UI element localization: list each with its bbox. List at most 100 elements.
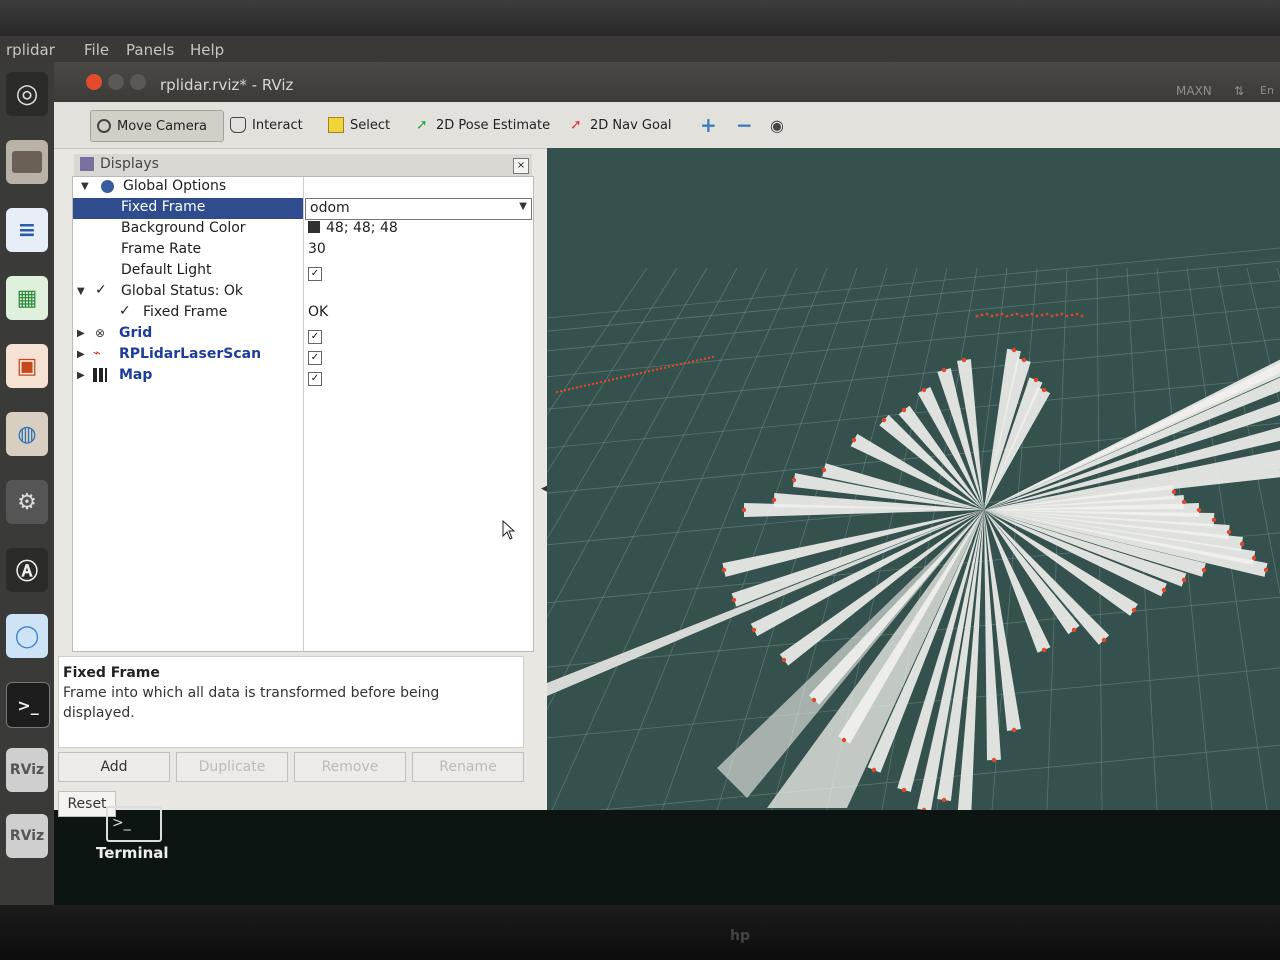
rviz-icon-second[interactable]: RViz xyxy=(6,814,48,858)
row-background-color[interactable]: Background Color 48; 48; 48 xyxy=(73,219,533,240)
status-fixed-frame-label: Fixed Frame xyxy=(143,304,228,320)
global-status-label: Global Status: Ok xyxy=(121,283,244,299)
row-frame-rate[interactable]: Frame Rate 30 xyxy=(73,240,533,261)
duplicate-button[interactable]: Duplicate xyxy=(176,752,288,782)
minimize-window-icon[interactable] xyxy=(108,74,124,90)
laserscan-icon: ⌁ xyxy=(93,346,101,361)
tray-mode[interactable]: MAXN xyxy=(1176,84,1212,98)
global-options-label: Global Options xyxy=(123,178,227,194)
ubuntu-icon[interactable]: ◎ xyxy=(6,72,48,116)
terminal-icon[interactable]: >_ xyxy=(6,682,50,728)
row-global-status[interactable]: ▼ ✓ Global Status: Ok xyxy=(73,282,533,303)
frame-rate-value[interactable]: 30 xyxy=(308,241,326,257)
checkbox-mark: ✓ xyxy=(308,351,322,365)
3d-view[interactable] xyxy=(547,148,1280,810)
checkmark-icon: ✓ xyxy=(95,282,107,298)
rename-button[interactable]: Rename xyxy=(412,752,524,782)
grid-checkbox[interactable]: ✓ xyxy=(308,327,322,344)
settings-icon[interactable]: ⚙ xyxy=(6,480,48,524)
row-default-light[interactable]: Default Light ✓ xyxy=(73,261,533,282)
tray-lang[interactable]: En xyxy=(1260,84,1274,97)
software-icon[interactable]: ◍ xyxy=(6,412,48,456)
remove-tool-button[interactable]: − xyxy=(730,110,759,140)
background-color-label: Background Color xyxy=(121,220,246,236)
updater-icon[interactable]: Ⓐ xyxy=(6,548,48,592)
background-color-text: 48; 48; 48 xyxy=(326,220,398,236)
maximize-window-icon[interactable] xyxy=(130,74,146,90)
pose-estimate-tool[interactable]: ➚ 2D Pose Estimate xyxy=(410,110,556,140)
app-name: rplidar xyxy=(6,41,55,59)
green-arrow-icon: ➚ xyxy=(416,117,428,133)
rplidar-laserscan-checkbox[interactable]: ✓ xyxy=(308,348,322,365)
menu-help[interactable]: Help xyxy=(190,41,224,59)
hand-icon xyxy=(230,117,246,133)
move-camera-label: Move Camera xyxy=(117,118,208,134)
color-swatch xyxy=(308,221,320,233)
calc-icon[interactable]: ▦ xyxy=(6,276,48,320)
hp-logo-icon: hp xyxy=(730,928,750,944)
window-title: rplidar.rviz* - RViz xyxy=(160,76,294,94)
network-icon[interactable]: ⇅ xyxy=(1234,84,1244,98)
description-body: Frame into which all data is transformed… xyxy=(63,685,440,721)
desktop-terminal-label: Terminal xyxy=(96,844,169,862)
expand-down-icon[interactable]: ▼ xyxy=(81,181,89,192)
checkmark-icon: ✓ xyxy=(119,303,131,319)
rviz-icon[interactable]: RViz xyxy=(6,748,48,792)
expand-right-icon[interactable]: ▶ xyxy=(77,328,85,339)
row-status-fixed-frame[interactable]: ✓ Fixed Frame OK xyxy=(73,303,533,324)
fixed-frame-combo[interactable]: odom ▼ xyxy=(305,198,532,220)
select-icon xyxy=(328,117,344,133)
files-icon[interactable] xyxy=(6,140,48,184)
nav-goal-label: 2D Nav Goal xyxy=(590,117,672,133)
expand-down-icon[interactable]: ▼ xyxy=(77,286,85,297)
grid-icon: ⊗ xyxy=(95,326,106,340)
background-color-value[interactable]: 48; 48; 48 xyxy=(308,220,398,236)
checkbox-mark: ✓ xyxy=(308,330,322,344)
eye-icon[interactable]: ◉ xyxy=(764,110,790,140)
select-label: Select xyxy=(350,117,391,133)
row-rplidar-laserscan[interactable]: ▶ ⌁ RPLidarLaserScan ✓ xyxy=(73,345,533,366)
move-camera-icon xyxy=(97,119,111,133)
default-light-label: Default Light xyxy=(121,262,212,278)
add-tool-button[interactable]: + xyxy=(694,110,723,140)
expand-right-icon[interactable]: ▶ xyxy=(77,370,85,381)
close-window-icon[interactable] xyxy=(86,74,102,90)
fixed-frame-value: odom xyxy=(310,200,350,216)
property-description: Fixed Frame Frame into which all data is… xyxy=(58,656,524,748)
photo-top-edge xyxy=(0,0,1280,40)
map-checkbox[interactable]: ✓ xyxy=(308,369,322,386)
writer-icon[interactable]: ≡ xyxy=(6,208,48,252)
mouse-cursor-icon xyxy=(502,520,516,540)
close-panel-button[interactable]: × xyxy=(513,158,529,174)
move-camera-tool[interactable]: Move Camera xyxy=(90,110,224,142)
nav-goal-tool[interactable]: ➚ 2D Nav Goal xyxy=(564,110,678,140)
checkbox-mark: ✓ xyxy=(308,267,322,281)
window-titlebar: rplidar.rviz* - RViz MAXN ⇅ En xyxy=(54,62,1280,102)
red-arrow-icon: ➚ xyxy=(570,117,582,133)
row-fixed-frame[interactable]: Fixed Frame odom ▼ xyxy=(73,198,533,220)
rplidar-laserscan-label: RPLidarLaserScan xyxy=(119,346,262,362)
default-light-checkbox[interactable]: ✓ xyxy=(308,264,322,281)
menu-file[interactable]: File xyxy=(84,41,109,59)
map-icon xyxy=(93,368,107,382)
row-global-options[interactable]: ▼ Global Options xyxy=(73,177,533,198)
chromium-icon[interactable]: ◯ xyxy=(6,614,48,658)
menu-panels[interactable]: Panels xyxy=(126,41,174,59)
impress-icon[interactable]: ▣ xyxy=(6,344,48,388)
expand-right-icon[interactable]: ▶ xyxy=(77,349,85,360)
photo-bottom-edge xyxy=(0,905,1280,960)
add-button[interactable]: Add xyxy=(58,752,170,782)
checkbox-mark: ✓ xyxy=(308,372,322,386)
interact-tool[interactable]: Interact xyxy=(224,110,309,140)
gear-icon xyxy=(101,180,114,193)
grid-label: Grid xyxy=(119,325,153,341)
select-tool[interactable]: Select xyxy=(322,110,396,140)
status-fixed-frame-value: OK xyxy=(308,304,329,320)
displays-icon xyxy=(80,157,94,171)
interact-label: Interact xyxy=(252,117,303,133)
row-map[interactable]: ▶ Map ✓ xyxy=(73,366,533,387)
launcher: ◎ ≡ ▦ ▣ ◍ ⚙ Ⓐ ◯ >_ RViz RViz xyxy=(0,62,54,906)
row-grid[interactable]: ▶ ⊗ Grid ✓ xyxy=(73,324,533,345)
frame-rate-label: Frame Rate xyxy=(121,241,202,257)
remove-button[interactable]: Remove xyxy=(294,752,406,782)
